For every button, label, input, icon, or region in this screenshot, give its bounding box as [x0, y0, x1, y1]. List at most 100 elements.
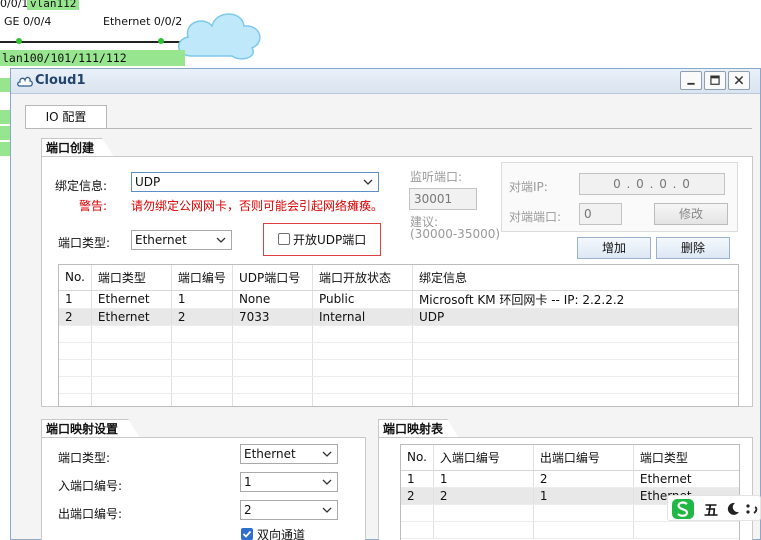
bidirectional-checkbox[interactable] — [241, 528, 253, 540]
open-udp-highlight-box: 开放UDP端口 — [263, 223, 381, 256]
checkmark-icon — [242, 530, 252, 538]
suggest-range: (30000-35000) — [410, 227, 501, 241]
col-header-no[interactable]: No. — [401, 445, 434, 471]
cell-in-port: 2 — [433, 487, 534, 505]
chevron-down-icon — [216, 237, 226, 243]
cell-port-number: 2 — [171, 308, 233, 326]
col-header-open-state[interactable]: 端口开放状态 — [312, 265, 413, 291]
col-header-port-type[interactable]: 端口类型 — [633, 445, 739, 471]
port-table: No. 端口类型 端口编号 UDP端口号 端口开放状态 绑定信息 1 Ether… — [59, 265, 738, 406]
in-port-select[interactable]: 1 — [240, 472, 338, 492]
minimize-button[interactable] — [680, 71, 702, 90]
punctuation-icon[interactable] — [744, 502, 760, 516]
cell-in-port: 1 — [433, 470, 534, 488]
col-header-udp-port[interactable]: UDP端口号 — [232, 265, 313, 291]
col-header-port-number[interactable]: 端口编号 — [171, 265, 233, 291]
cell-out-port: 1 — [533, 487, 634, 505]
tab-io-config[interactable]: IO 配置 — [25, 105, 107, 129]
cell-no: 1 — [59, 290, 92, 309]
port-type-select[interactable]: Ethernet — [131, 230, 232, 250]
cell-out-port: 2 — [533, 470, 634, 488]
port-create-panel: 绑定信息: UDP 警告: 请勿绑定公网网卡，否则可能会引起网络瘫痪。 端口类型… — [41, 156, 753, 407]
col-header-port-type[interactable]: 端口类型 — [91, 265, 172, 291]
peer-settings-box: 对端IP: 0 . 0 . 0 . 0 对端端口: 0 修改 — [501, 162, 738, 232]
cell-no: 2 — [59, 308, 92, 326]
ge-port-label: GE 0/0/4 — [4, 15, 52, 28]
table-row[interactable]: 1 1 2 Ethernet — [401, 470, 739, 488]
port-type-label: 端口类型: — [58, 236, 111, 250]
port-mapping-group-title: 端口映射设置 — [41, 419, 140, 438]
listen-port-label: 监听端口: — [410, 170, 463, 184]
cell-port-number: 1 — [171, 290, 233, 309]
mapping-table-header: No. 入端口编号 出端口编号 端口类型 — [401, 445, 739, 471]
out-port-label: 出端口编号: — [58, 507, 123, 521]
cell-port-type: Ethernet — [633, 470, 739, 488]
close-icon — [734, 76, 744, 85]
cell-no: 1 — [401, 470, 434, 488]
col-header-out-port[interactable]: 出端口编号 — [533, 445, 634, 471]
port-table-frame: No. 端口类型 端口编号 UDP端口号 端口开放状态 绑定信息 1 Ether… — [58, 264, 739, 407]
warning-label: 警告: — [79, 199, 108, 213]
listen-port-input[interactable]: 30001 — [409, 188, 477, 210]
chevron-down-icon — [363, 179, 373, 185]
table-row[interactable]: 2 Ethernet 2 7033 Internal UDP — [59, 308, 738, 326]
empty-row — [59, 393, 738, 406]
peer-ip-input[interactable]: 0 . 0 . 0 . 0 — [579, 173, 725, 195]
mapping-type-value: Ethernet — [244, 447, 296, 461]
bind-info-select[interactable]: UDP — [131, 172, 379, 192]
peer-port-input[interactable]: 0 — [579, 203, 622, 225]
modify-button[interactable]: 修改 — [654, 203, 728, 225]
cloud-app-icon — [17, 76, 33, 87]
table-row[interactable]: 1 Ethernet 1 None Public Microsoft KM 环回… — [59, 290, 738, 309]
open-udp-checkbox[interactable] — [278, 233, 290, 245]
out-port-select[interactable]: 2 — [240, 500, 338, 520]
link-status-dot — [16, 38, 22, 44]
empty-row — [59, 376, 738, 394]
window-titlebar[interactable]: Cloud1 — [11, 69, 760, 94]
chevron-down-icon — [322, 451, 332, 457]
col-header-in-port[interactable]: 入端口编号 — [433, 445, 534, 471]
cloud1-window: Cloud1 IO 配置 端口创建 绑定信息: UDP 警告: 请勿绑定公网网卡… — [10, 68, 761, 540]
tab-divider — [25, 128, 752, 129]
cell-udp-port: 7033 — [232, 308, 313, 326]
cell-bind-info: Microsoft KM 环回网卡 -- IP: 2.2.2.2 — [412, 290, 738, 309]
cell-port-type: Ethernet — [91, 308, 172, 326]
cell-open-state: Public — [312, 290, 413, 309]
background-strip — [0, 68, 10, 540]
maximize-button[interactable] — [704, 71, 726, 90]
mapping-type-select[interactable]: Ethernet — [240, 444, 338, 464]
cell-open-state: Internal — [312, 308, 413, 326]
in-port-value: 1 — [244, 475, 252, 489]
minimize-icon — [687, 82, 695, 85]
window-title: Cloud1 — [35, 73, 86, 88]
bind-info-value: UDP — [135, 175, 161, 189]
empty-row — [59, 359, 738, 377]
vlan-list-label: lan100/101/111/112 — [0, 50, 185, 66]
cell-bind-info: UDP — [412, 308, 738, 326]
warning-text: 请勿绑定公网网卡，否则可能会引起网络瘫痪。 — [131, 199, 384, 213]
chevron-down-icon — [322, 507, 332, 513]
add-button[interactable]: 增加 — [577, 237, 651, 259]
ime-mode-label[interactable]: 五 — [704, 500, 718, 520]
cell-port-type: Ethernet — [91, 290, 172, 309]
empty-row — [59, 325, 738, 343]
link-status-dot — [158, 38, 164, 44]
delete-button[interactable]: 删除 — [656, 237, 730, 259]
open-udp-label: 开放UDP端口 — [293, 233, 367, 247]
mapping-table: No. 入端口编号 出端口编号 端口类型 1 1 2 Ethernet 2 2 … — [401, 445, 739, 539]
ime-toolbar[interactable]: 五 — [667, 495, 761, 521]
peer-port-label: 对端端口: — [509, 210, 562, 224]
col-header-bind-info[interactable]: 绑定信息 — [412, 265, 738, 291]
moon-icon[interactable] — [726, 502, 740, 516]
col-header-no[interactable]: No. — [59, 265, 92, 291]
port-create-group-title: 端口创建 — [41, 138, 114, 157]
mapping-table-frame: No. 入端口编号 出端口编号 端口类型 1 1 2 Ethernet 2 2 … — [400, 444, 740, 540]
port-mapping-panel: 端口类型: Ethernet 入端口编号: 1 出端口编号: 2 双向通道 — [41, 437, 366, 540]
mapping-table-panel: No. 入端口编号 出端口编号 端口类型 1 1 2 Ethernet 2 2 … — [378, 437, 753, 540]
bidirectional-label: 双向通道 — [257, 528, 306, 540]
maximize-icon — [710, 75, 720, 85]
sogou-logo-icon[interactable] — [671, 498, 695, 520]
close-button[interactable] — [728, 71, 750, 90]
in-port-label: 入端口编号: — [58, 479, 123, 493]
vlan-label: vlan112 — [27, 0, 80, 10]
